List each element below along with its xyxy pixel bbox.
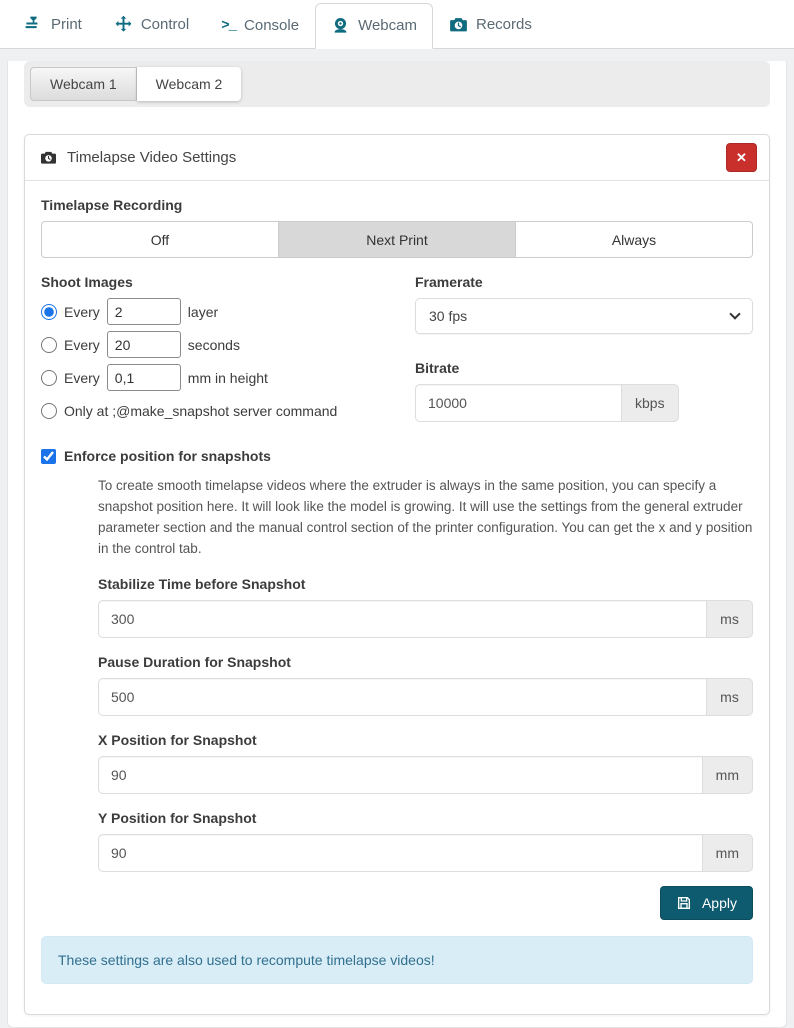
close-button[interactable]: ✕	[726, 143, 757, 172]
enforce-position-label[interactable]: Enforce position for snapshots	[64, 448, 271, 464]
y-position-input[interactable]	[98, 834, 703, 872]
bitrate-unit: kbps	[622, 384, 679, 422]
option-suffix: mm in height	[188, 370, 268, 386]
tab-label: Print	[51, 16, 82, 33]
x-position-group: mm	[98, 756, 753, 794]
enforce-help-text: To create smooth timelapse videos where …	[98, 476, 753, 560]
snapshot-position-block: To create smooth timelapse videos where …	[98, 476, 753, 920]
every-mm-input[interactable]	[107, 364, 181, 391]
pause-duration-group: ms	[98, 678, 753, 716]
subtab-webcam-1[interactable]: Webcam 1	[30, 67, 137, 101]
save-icon	[676, 895, 692, 911]
tab-label: Records	[476, 16, 532, 33]
apply-row: Apply	[98, 886, 753, 920]
x-position-label: X Position for Snapshot	[98, 732, 753, 748]
stabilize-time-unit: ms	[707, 600, 753, 638]
apply-label: Apply	[702, 895, 737, 911]
y-position-label: Y Position for Snapshot	[98, 810, 753, 826]
tab-webcam[interactable]: Webcam	[315, 3, 433, 49]
panel-body: Timelapse Recording Off Next Print Alway…	[25, 181, 769, 1014]
recording-off-button[interactable]: Off	[41, 221, 279, 258]
y-position-unit: mm	[703, 834, 753, 872]
x-position-field: X Position for Snapshot mm	[98, 732, 753, 794]
radio-every-mm[interactable]	[41, 370, 57, 386]
recording-always-button[interactable]: Always	[516, 221, 753, 258]
option-prefix: Every	[64, 337, 100, 353]
subtab-webcam-2[interactable]: Webcam 2	[137, 67, 242, 101]
encoding-column: Framerate 30 fps Bitrate kbps	[415, 274, 753, 430]
bitrate-input[interactable]	[415, 384, 622, 422]
recording-next-print-button[interactable]: Next Print	[279, 221, 516, 258]
x-position-input[interactable]	[98, 756, 703, 794]
printer-icon	[24, 15, 43, 34]
shoot-images-column: Shoot Images Every layer Every seconds	[41, 274, 379, 430]
webcam-tab-content: Webcam 1 Webcam 2 Timelapse Video Settin…	[7, 61, 787, 1028]
enforce-position-row: Enforce position for snapshots	[41, 448, 753, 464]
tab-label: Webcam	[358, 17, 417, 34]
y-position-group: mm	[98, 834, 753, 872]
stabilize-time-input[interactable]	[98, 600, 707, 638]
camera-icon	[40, 149, 57, 166]
timelapse-settings-panel: Timelapse Video Settings ✕ Timelapse Rec…	[24, 134, 770, 1015]
move-arrows-icon	[114, 15, 133, 34]
panel-title: Timelapse Video Settings	[67, 149, 726, 166]
tab-print[interactable]: Print	[8, 2, 98, 48]
shoot-images-label: Shoot Images	[41, 274, 379, 290]
terminal-icon: >_	[221, 18, 236, 34]
shoot-option-height: Every mm in height	[41, 364, 379, 391]
timelapse-recording-label: Timelapse Recording	[41, 197, 753, 213]
pause-duration-label: Pause Duration for Snapshot	[98, 654, 753, 670]
tab-records[interactable]: Records	[433, 2, 548, 48]
option-prefix: Every	[64, 304, 100, 320]
every-layer-input[interactable]	[107, 298, 181, 325]
framerate-select-wrap: 30 fps	[415, 298, 753, 334]
pause-duration-field: Pause Duration for Snapshot ms	[98, 654, 753, 716]
shoot-option-layer: Every layer	[41, 298, 379, 325]
panel-header: Timelapse Video Settings ✕	[25, 135, 769, 181]
tab-label: Console	[244, 17, 299, 34]
bitrate-group: kbps	[415, 384, 753, 422]
tab-label: Control	[141, 16, 189, 33]
stabilize-time-label: Stabilize Time before Snapshot	[98, 576, 753, 592]
settings-columns: Shoot Images Every layer Every seconds	[41, 274, 753, 430]
option-label: Only at ;@make_snapshot server command	[64, 403, 337, 419]
tab-control[interactable]: Control	[98, 2, 205, 48]
tab-console[interactable]: >_ Console	[205, 4, 315, 48]
y-position-field: Y Position for Snapshot mm	[98, 810, 753, 872]
recording-mode-group: Off Next Print Always	[41, 221, 753, 258]
option-suffix: seconds	[188, 337, 240, 353]
x-position-unit: mm	[703, 756, 753, 794]
bitrate-label: Bitrate	[415, 360, 753, 376]
recompute-info-alert: These settings are also used to recomput…	[41, 936, 753, 984]
option-suffix: layer	[188, 304, 218, 320]
apply-button[interactable]: Apply	[660, 886, 753, 920]
main-tab-bar: Print Control >_ Console Webcam Records	[0, 0, 794, 49]
enforce-position-checkbox[interactable]	[41, 449, 56, 464]
framerate-label: Framerate	[415, 274, 753, 290]
radio-every-layer[interactable]	[41, 304, 57, 320]
stabilize-time-field: Stabilize Time before Snapshot ms	[98, 576, 753, 638]
radio-snapshot-command[interactable]	[41, 403, 57, 419]
camera-clock-icon	[449, 15, 468, 34]
pause-duration-unit: ms	[707, 678, 753, 716]
option-prefix: Every	[64, 370, 100, 386]
pause-duration-input[interactable]	[98, 678, 707, 716]
alert-text: These settings are also used to recomput…	[58, 952, 435, 968]
stabilize-time-group: ms	[98, 600, 753, 638]
framerate-select[interactable]: 30 fps	[415, 298, 753, 334]
webcam-selector-strip: Webcam 1 Webcam 2	[24, 61, 770, 107]
shoot-option-command: Only at ;@make_snapshot server command	[41, 397, 379, 424]
radio-every-seconds[interactable]	[41, 337, 57, 353]
close-icon: ✕	[736, 150, 747, 166]
webcam-icon	[331, 16, 350, 35]
shoot-option-seconds: Every seconds	[41, 331, 379, 358]
every-seconds-input[interactable]	[107, 331, 181, 358]
